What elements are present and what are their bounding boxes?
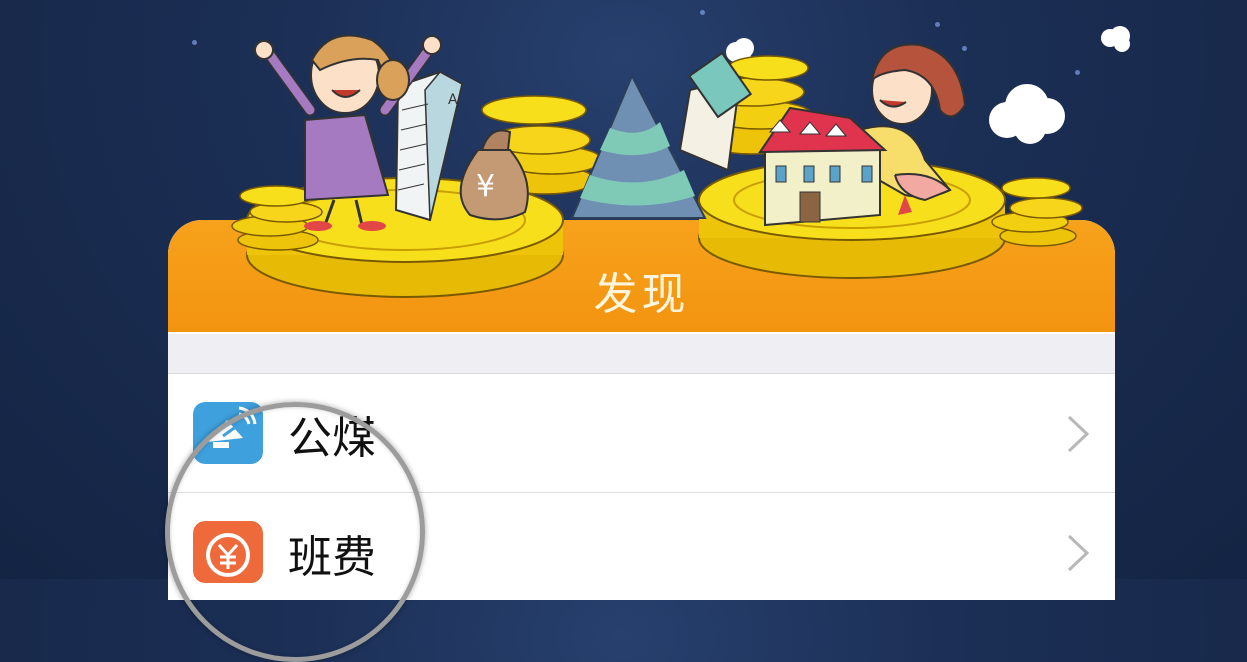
chevron-right-icon	[1067, 415, 1090, 453]
building-letter: A	[448, 92, 458, 108]
star	[962, 46, 967, 51]
star	[935, 22, 940, 27]
document-paper	[678, 51, 753, 172]
menu-item-media[interactable]: 公煤	[168, 374, 1115, 493]
girl-character-right	[858, 43, 967, 215]
menu-item-label: 公煤	[288, 413, 376, 464]
cloud-icon	[989, 84, 1065, 144]
pyramid-chart	[570, 73, 707, 219]
discover-header: 发现	[168, 220, 1115, 332]
star	[192, 40, 197, 45]
discover-card: 发现 公煤 班费	[168, 220, 1115, 600]
chevron-right-icon	[1067, 534, 1090, 572]
menu-item-class-fee[interactable]: 班费	[168, 493, 1115, 600]
girl-character-left	[254, 34, 442, 231]
menu-item-label: 班费	[288, 532, 376, 583]
cloud-icon	[726, 38, 754, 67]
house	[758, 106, 888, 227]
coin-stack-center	[481, 55, 813, 195]
page-title: 发现	[593, 269, 690, 320]
cloud-icon	[1101, 26, 1130, 52]
star	[700, 10, 705, 15]
satellite-dish-icon	[193, 402, 263, 464]
yuan-coin-icon	[193, 521, 263, 583]
yuan-symbol: ¥	[476, 169, 495, 204]
money-bag: ¥	[459, 129, 529, 221]
section-divider	[168, 334, 1115, 374]
star	[1075, 70, 1080, 75]
skyscraper: A	[394, 70, 464, 222]
